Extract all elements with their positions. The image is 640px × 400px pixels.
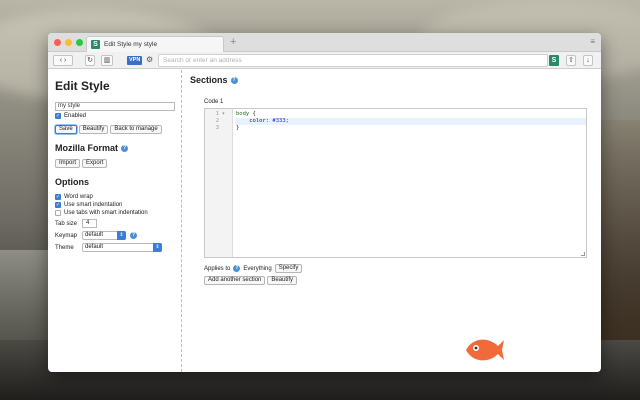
word-wrap-row: ✓ Word wrap — [55, 194, 174, 200]
add-section-button[interactable]: Add another section — [204, 276, 266, 285]
page-title: Edit Style — [55, 79, 110, 93]
line-number: 3 — [215, 125, 219, 131]
close-window-button[interactable] — [54, 39, 61, 46]
theme-label: Theme — [55, 244, 74, 251]
back-to-manage-button[interactable]: Back to manage — [110, 125, 162, 134]
word-wrap-label: Word wrap — [64, 194, 93, 200]
page-content: Edit Style my style ✓ Enabled Save Beaut… — [48, 70, 601, 372]
action-buttons: Save Beautify Back to manage — [55, 125, 174, 134]
smart-indent-row: ✓ Use smart indentation — [55, 202, 174, 208]
help-icon[interactable]: ? — [230, 76, 238, 84]
enabled-checkbox[interactable]: ✓ — [55, 113, 61, 119]
browser-toolbar: ‹ › ↻ ▥ VPN ⚙ Search or enter an address… — [48, 52, 601, 69]
watermark-url: wduoyu.com — [510, 358, 555, 367]
tabs-smart-indent-label: Use tabs with smart indentation — [64, 210, 148, 216]
css-property: color: — [236, 118, 270, 124]
extensions-icon[interactable]: ⚙ — [146, 55, 153, 64]
keymap-row: Keymap default ⇕ ? — [55, 231, 174, 240]
style-name-input[interactable]: my style — [55, 102, 175, 111]
tab-edit-style[interactable]: S Edit Style my style — [86, 36, 224, 52]
enabled-row: ✓ Enabled — [55, 113, 174, 119]
export-button[interactable]: Export — [82, 159, 108, 168]
applies-to-value: Everything — [243, 265, 272, 272]
keymap-select[interactable]: default ⇕ — [82, 231, 126, 240]
speed-dial-icon[interactable]: ▥ — [101, 55, 113, 66]
fish-logo-icon — [466, 339, 504, 361]
new-tab-button[interactable]: + — [230, 36, 236, 48]
resize-handle[interactable] — [581, 252, 585, 256]
smart-indent-checkbox[interactable]: ✓ — [55, 202, 61, 208]
options-heading: Options — [55, 177, 89, 187]
options-list: ✓ Word wrap ✓ Use smart indentation Use … — [55, 194, 174, 252]
beautify-button[interactable]: Beautify — [78, 125, 109, 134]
tab-size-label: Tab size — [55, 220, 78, 227]
help-icon[interactable]: ? — [233, 265, 241, 272]
css-value: #333; — [269, 118, 289, 124]
fold-arrow-icon[interactable]: ▾ — [222, 111, 225, 118]
section-actions: Add another section Beautify — [204, 276, 581, 285]
stylus-extension-icon[interactable]: S — [549, 55, 559, 66]
code-line: } — [235, 125, 586, 132]
browser-window: S Edit Style my style + ≡ ‹ › ↻ ▥ VPN ⚙ … — [48, 33, 601, 372]
watermark-text-block: 网多鱼 wduoyu.com — [510, 333, 567, 367]
tab-bar: S Edit Style my style + ≡ — [48, 33, 601, 52]
tab-menu-icon[interactable]: ≡ — [590, 37, 595, 46]
tab-size-input[interactable]: 4 — [82, 219, 97, 228]
painting-ship — [600, 120, 640, 350]
css-selector: body — [236, 111, 250, 117]
import-button[interactable]: Import — [55, 159, 81, 168]
line-number: 2 — [215, 118, 219, 124]
enabled-label: Enabled — [64, 113, 87, 119]
keymap-value: default — [85, 232, 104, 238]
theme-row: Theme default ⇕ — [55, 243, 174, 252]
word-wrap-checkbox[interactable]: ✓ — [55, 194, 61, 200]
stylus-favicon-icon: S — [91, 40, 100, 49]
section-beautify-button[interactable]: Beautify — [267, 276, 298, 285]
applies-to-label: Applies to — [204, 265, 231, 272]
code-line-active: color: #333; — [235, 118, 586, 125]
tab-title: Edit Style my style — [104, 41, 158, 48]
chevron-down-icon: ⇕ — [117, 231, 126, 240]
code-editor[interactable]: 1 ▾ 2 3 body { color: #333; } — [204, 108, 587, 258]
help-icon[interactable]: ? — [130, 232, 137, 239]
tabs-smart-indent-checkbox[interactable] — [55, 210, 61, 216]
save-button[interactable]: Save — [55, 125, 77, 134]
reload-icon[interactable]: ↻ — [85, 55, 95, 66]
address-placeholder: Search or enter an address — [163, 57, 242, 64]
theme-select[interactable]: default ⇕ — [82, 243, 162, 252]
keymap-label: Keymap — [55, 232, 78, 239]
code-line: body { — [235, 111, 586, 118]
minimize-window-button[interactable] — [65, 39, 72, 46]
tabs-smart-indent-row: Use tabs with smart indentation — [55, 210, 174, 216]
watermark: 网多鱼 wduoyu.com — [462, 332, 567, 368]
mozilla-buttons: Import Export — [55, 159, 174, 168]
vpn-badge[interactable]: VPN — [127, 56, 143, 65]
back-forward-buttons[interactable]: ‹ › — [53, 55, 73, 66]
specify-button[interactable]: Specify — [274, 264, 303, 273]
theme-value: default — [85, 244, 104, 250]
mozilla-format-heading: Mozilla Format ? — [55, 143, 174, 153]
sections-heading: Sections ? — [190, 75, 581, 85]
code-text: { — [249, 111, 256, 117]
watermark-text: 网多鱼 — [510, 337, 567, 358]
smart-indent-label: Use smart indentation — [64, 202, 123, 208]
sections-title: Sections — [190, 75, 228, 85]
tab-size-row: Tab size 4 — [55, 219, 174, 228]
chevron-down-icon: ⇕ — [153, 243, 162, 252]
edit-sidebar: Edit Style my style ✓ Enabled Save Beaut… — [48, 70, 182, 372]
line-number: 1 — [215, 111, 219, 117]
address-bar[interactable]: Search or enter an address — [158, 54, 548, 67]
maximize-window-button[interactable] — [76, 39, 83, 46]
download-icon[interactable]: ↓ — [583, 55, 593, 66]
mozilla-format-title: Mozilla Format — [55, 143, 119, 153]
help-icon[interactable]: ? — [121, 144, 129, 152]
share-icon[interactable]: ⇧ — [566, 55, 576, 66]
line-gutter: 1 ▾ 2 3 — [205, 109, 233, 257]
applies-to-row: Applies to ? Everything Specify — [204, 264, 581, 273]
code-text: } — [236, 125, 240, 131]
window-controls — [54, 39, 83, 46]
code-section-label: Code 1 — [204, 99, 224, 105]
sections-panel: Sections ? Code 1 1 ▾ 2 3 body { color: … — [184, 70, 601, 372]
